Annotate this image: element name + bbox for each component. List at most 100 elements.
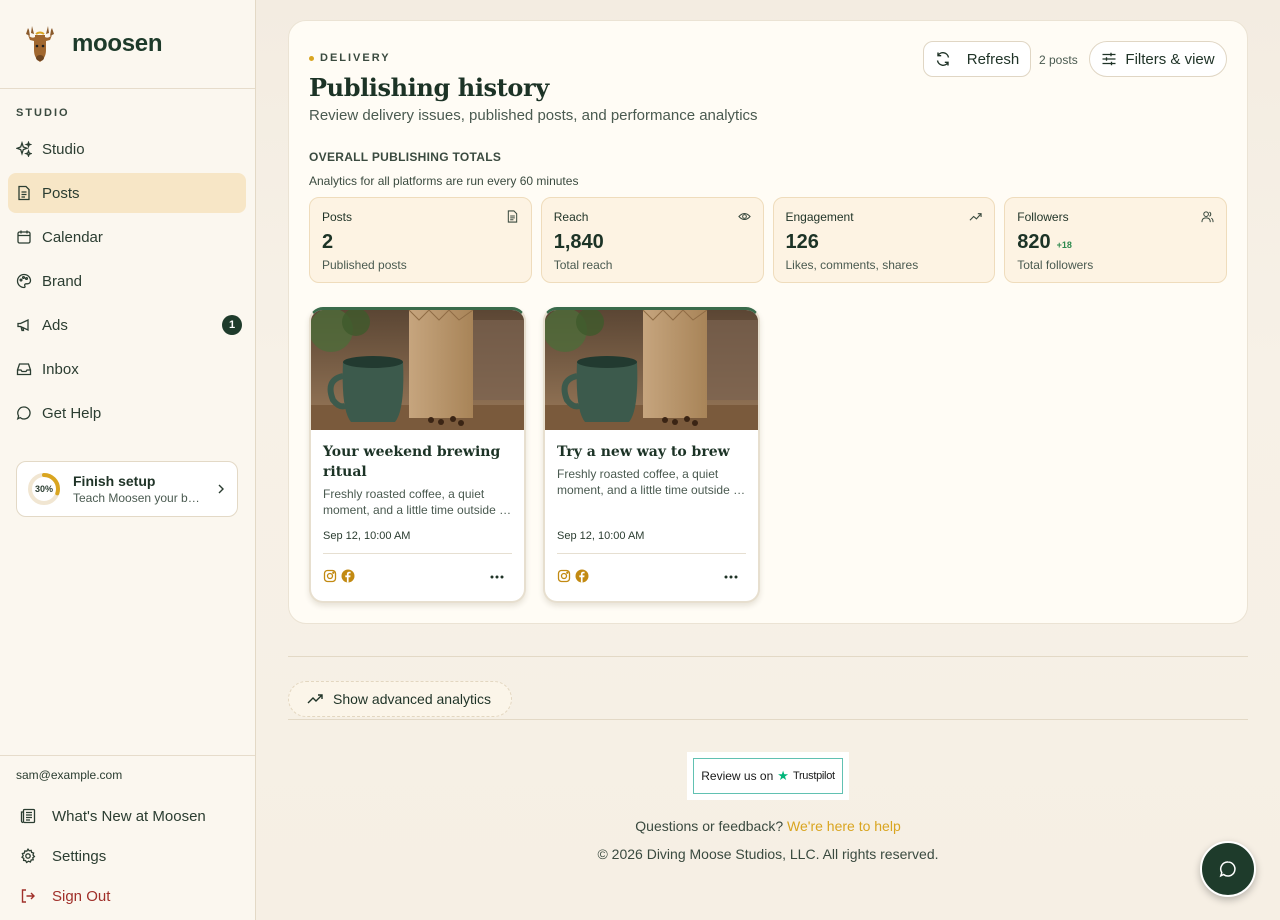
user-email: sam@example.com xyxy=(16,768,123,782)
show-advanced-analytics-button[interactable]: Show advanced analytics xyxy=(288,681,512,717)
more-options-button[interactable] xyxy=(488,568,506,586)
post-date: Sep 12, 10:00 AM xyxy=(323,530,411,542)
feedback-question: Questions or feedback? xyxy=(635,818,784,834)
settings-link[interactable]: Settings xyxy=(20,836,240,876)
totals-note: Analytics for all platforms are run ever… xyxy=(309,174,579,188)
chat-bubble-icon xyxy=(16,406,31,421)
instagram-icon xyxy=(557,569,571,583)
facebook-icon xyxy=(575,569,589,583)
moose-logo-icon xyxy=(26,26,54,62)
whats-new-link[interactable]: What's New at Moosen xyxy=(20,796,240,836)
users-icon xyxy=(1201,211,1214,223)
stat-value: 820 xyxy=(1017,231,1051,253)
main-content: DELIVERY Publishing history Review deliv… xyxy=(256,0,1280,920)
card-divider xyxy=(557,553,746,554)
post-date: Sep 12, 10:00 AM xyxy=(557,530,645,542)
post-title: Try a new way to brew xyxy=(557,444,730,460)
eye-icon xyxy=(737,212,751,221)
page-title: Publishing history xyxy=(309,73,549,102)
stat-sub: Published posts xyxy=(322,258,407,272)
post-card[interactable]: Your weekend brewing ritual Freshly roas… xyxy=(309,307,526,603)
document-icon xyxy=(507,210,517,223)
notification-badge: 1 xyxy=(222,315,242,335)
settings-label: Settings xyxy=(52,847,107,865)
post-count: 2 posts xyxy=(1039,53,1078,67)
more-horizontal-icon xyxy=(490,575,504,579)
trustpilot-star-icon: ★ xyxy=(777,768,789,783)
stat-sub: Total followers xyxy=(1017,258,1094,272)
stat-label: Engagement xyxy=(785,210,854,224)
setup-progress-label: 30% xyxy=(34,484,53,494)
card-divider xyxy=(323,553,512,554)
sliders-icon xyxy=(1102,52,1116,66)
sidebar-item-brand[interactable]: Brand xyxy=(8,261,246,301)
stat-label: Reach xyxy=(553,210,589,224)
filters-label: Filters & view xyxy=(1125,50,1215,68)
sidebar-item-label: Inbox xyxy=(42,360,79,378)
section-label: STUDIO xyxy=(16,107,70,119)
sidebar-item-label: Studio xyxy=(42,140,85,158)
posts-grid: Your weekend brewing ritual Freshly roas… xyxy=(309,307,760,603)
sidebar-item-get-help[interactable]: Get Help xyxy=(8,393,246,433)
calendar-icon xyxy=(17,230,31,244)
help-link[interactable]: We're here to help xyxy=(787,818,901,834)
account-nav: What's New at Moosen Settings Sign Out xyxy=(20,796,240,916)
more-horizontal-icon xyxy=(724,575,738,579)
more-options-button[interactable] xyxy=(722,568,740,586)
sidebar-divider xyxy=(0,88,255,89)
chat-launcher-button[interactable] xyxy=(1200,841,1256,897)
refresh-button[interactable]: Refresh xyxy=(923,41,1031,77)
eyebrow-dot xyxy=(309,55,314,61)
refresh-icon xyxy=(936,52,949,66)
stat-sub: Likes, comments, shares xyxy=(785,258,919,272)
sign-out-icon xyxy=(21,889,35,903)
advanced-analytics-label: Show advanced analytics xyxy=(333,691,491,707)
sidebar: moosen STUDIO Studio Posts Calendar Bran… xyxy=(0,0,256,920)
sidebar-item-label: Ads xyxy=(42,316,68,334)
stat-card-posts: Posts 2 Published posts xyxy=(309,197,532,283)
chat-bubble-icon xyxy=(1219,861,1236,878)
sidebar-item-label: Get Help xyxy=(42,404,102,422)
facebook-icon xyxy=(341,569,355,583)
stat-value: 126 xyxy=(785,231,819,253)
newspaper-icon xyxy=(20,808,36,824)
finish-setup-card[interactable]: 30% Finish setup Teach Moosen your brand xyxy=(16,461,238,517)
stat-card-reach: Reach 1,840 Total reach xyxy=(540,197,764,283)
totals-title: OVERALL PUBLISHING TOTALS xyxy=(309,150,502,164)
sidebar-item-posts[interactable]: Posts xyxy=(8,173,246,213)
stat-value: 2 xyxy=(322,231,334,253)
stat-card-followers: Followers 820 +18 Total followers xyxy=(1004,197,1227,283)
setup-subtitle: Teach Moosen your brand xyxy=(73,491,203,505)
sign-out-button[interactable]: Sign Out xyxy=(20,876,240,916)
platform-icons xyxy=(323,569,355,583)
stat-sub: Total reach xyxy=(553,258,613,272)
chevron-right-icon xyxy=(218,484,224,494)
whats-new-label: What's New at Moosen xyxy=(52,807,206,825)
palette-icon xyxy=(16,273,32,289)
sidebar-item-inbox[interactable]: Inbox xyxy=(8,349,246,389)
post-card[interactable]: Try a new way to brew Freshly roasted co… xyxy=(543,307,760,603)
stat-value: 1,840 xyxy=(553,231,604,253)
post-excerpt: Freshly roasted coffee, a quiet moment, … xyxy=(323,487,510,517)
post-image xyxy=(311,310,524,430)
brand[interactable]: moosen xyxy=(22,24,163,64)
sidebar-item-studio[interactable]: Studio xyxy=(8,129,246,169)
sidebar-item-calendar[interactable]: Calendar xyxy=(8,217,246,257)
platform-icons xyxy=(557,569,589,583)
page-subtitle: Review delivery issues, published posts,… xyxy=(309,107,758,124)
section-divider xyxy=(288,656,1248,657)
eyebrow-label: DELIVERY xyxy=(320,52,391,64)
post-excerpt: Freshly roasted coffee, a quiet moment, … xyxy=(557,467,744,497)
sidebar-item-label: Calendar xyxy=(42,228,103,246)
sidebar-divider xyxy=(0,755,255,756)
section-divider xyxy=(288,719,1248,720)
trustpilot-prefix: Review us on xyxy=(701,769,774,783)
sidebar-item-label: Posts xyxy=(42,184,80,202)
filters-view-button[interactable]: Filters & view xyxy=(1089,41,1227,77)
publishing-history-panel: DELIVERY Publishing history Review deliv… xyxy=(288,20,1248,624)
feedback-line: Questions or feedback? We're here to hel… xyxy=(256,818,1280,834)
setup-title: Finish setup xyxy=(73,473,156,489)
trustpilot-widget[interactable]: Review us on ★ Trustpilot xyxy=(687,752,849,800)
sidebar-item-ads[interactable]: Ads 1 xyxy=(8,305,246,345)
sign-out-label: Sign Out xyxy=(52,887,111,905)
